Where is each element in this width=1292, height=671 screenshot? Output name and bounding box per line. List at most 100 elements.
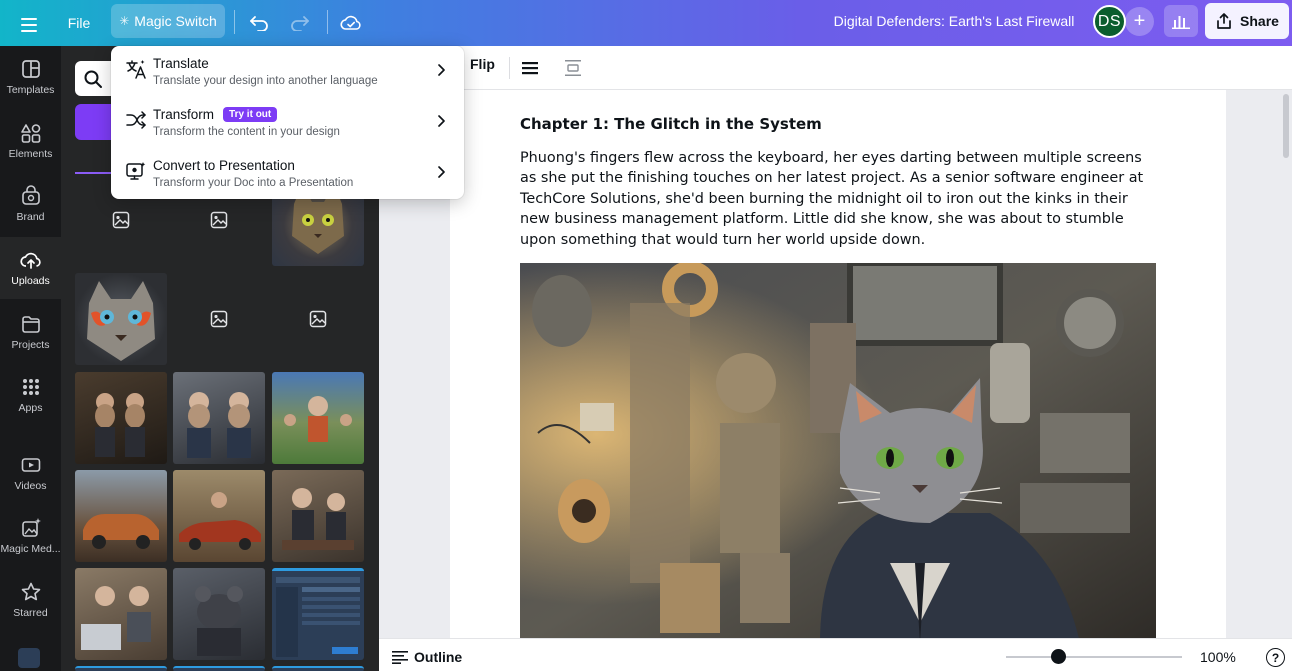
rail-item-elements[interactable]: Elements (0, 110, 61, 172)
chapter-heading[interactable]: Chapter 1: The Glitch in the System (520, 115, 822, 133)
apps-icon (22, 379, 39, 395)
left-rail: Templates Elements Brand Uploads Project… (0, 46, 61, 671)
rail-item-starred[interactable]: Starred (0, 569, 61, 631)
mice-image (95, 393, 145, 457)
zoom-level[interactable]: 100% (1200, 649, 1236, 665)
zoom-slider[interactable] (1006, 656, 1182, 658)
file-menu-button[interactable]: File (58, 6, 100, 40)
presentation-icon (126, 162, 146, 180)
document-title[interactable]: Digital Defenders: Earth's Last Firewall (826, 6, 1082, 36)
shuffle-icon (126, 111, 146, 129)
menu-item-subtitle: Translate your design into another langu… (153, 75, 378, 87)
elements-icon (20, 124, 40, 143)
magic-media-icon (21, 518, 41, 537)
dashboard-screenshot-image (276, 577, 360, 657)
rail-label: Uploads (11, 275, 50, 287)
upload-thumbnail-mice[interactable] (272, 372, 364, 464)
mice-image (187, 392, 251, 458)
videos-icon (21, 458, 40, 472)
cat-workshop-image[interactable] (520, 263, 1156, 638)
search-icon (84, 70, 102, 88)
rail-item-videos[interactable]: Videos (0, 442, 61, 504)
upload-thumbnail-screenshot[interactable] (272, 568, 364, 660)
vintage-car-image (83, 514, 159, 549)
rail-label: Brand (16, 211, 45, 223)
rail-item-magic-media[interactable]: Magic Med... (0, 505, 61, 567)
upload-thumbnail[interactable] (272, 273, 364, 365)
cloud-saved-icon[interactable] (336, 6, 366, 40)
rail-label: Magic Med... (0, 543, 61, 555)
vertical-scrollbar[interactable] (1283, 94, 1289, 158)
image-placeholder-icon (210, 310, 228, 328)
upload-thumbnail-mice[interactable] (272, 470, 364, 562)
mice-dancing-image (284, 396, 352, 442)
chevron-right-icon (438, 115, 445, 127)
magic-switch-button[interactable]: ✳ Magic Switch (111, 4, 225, 38)
starred-icon (21, 582, 40, 601)
upload-thumbnail[interactable] (272, 666, 364, 671)
upload-thumbnail-mice[interactable] (173, 372, 265, 464)
rat-portrait-image (195, 586, 243, 656)
rail-app-icon[interactable] (18, 648, 40, 668)
upload-thumbnail-car[interactable] (173, 470, 265, 562)
divider (234, 10, 235, 34)
upload-thumbnail-mice[interactable] (75, 372, 167, 464)
brand-icon (21, 185, 40, 205)
upload-thumbnail-mice[interactable] (75, 568, 167, 660)
menu-item-transform[interactable]: Transform Try it out Transform the conte… (111, 97, 464, 148)
divider (327, 10, 328, 34)
upload-thumbnail[interactable] (75, 666, 167, 671)
magic-switch-label: Magic Switch (134, 13, 217, 29)
menu-item-subtitle: Transform the content in your design (153, 126, 340, 138)
magic-switch-dropdown: Translate Translate your design into ano… (111, 46, 464, 199)
menu-item-convert-to-presentation[interactable]: Convert to Presentation Transform your D… (111, 148, 464, 199)
rail-item-templates[interactable]: Templates (0, 46, 61, 108)
bottom-bar (379, 638, 1292, 671)
rail-label: Projects (11, 339, 50, 351)
undo-icon[interactable] (244, 6, 274, 40)
upload-thumbnail[interactable] (173, 273, 265, 365)
flip-button[interactable]: Flip (470, 56, 495, 72)
tiger-portrait-image (87, 281, 155, 361)
upload-thumbnail-car[interactable] (75, 470, 167, 562)
redo-icon[interactable] (285, 6, 315, 40)
editor-toolbar (379, 46, 1292, 90)
try-it-out-badge: Try it out (223, 107, 278, 122)
rail-item-uploads[interactable]: Uploads (0, 237, 61, 299)
templates-icon (21, 60, 40, 78)
text-align-icon[interactable] (520, 58, 540, 83)
help-icon[interactable]: ? (1266, 648, 1285, 667)
menu-item-subtitle: Transform your Doc into a Presentation (153, 177, 354, 189)
top-bar: File ✳ Magic Switch Digital Defenders: E… (0, 0, 1292, 46)
menu-item-title: Convert to Presentation (153, 158, 295, 173)
analytics-icon[interactable] (1164, 5, 1198, 37)
menu-item-translate[interactable]: Translate Translate your design into ano… (111, 46, 464, 97)
outline-icon[interactable] (392, 650, 408, 669)
projects-icon (21, 316, 40, 333)
chevron-right-icon (438, 64, 445, 76)
rail-label: Apps (18, 402, 43, 414)
avatar[interactable]: DS (1093, 5, 1126, 38)
image-placeholder-icon (210, 211, 228, 229)
rail-label: Templates (6, 84, 55, 96)
chevron-right-icon (438, 166, 445, 178)
rail-item-brand[interactable]: Brand (0, 173, 61, 235)
menu-item-title: Translate (153, 56, 209, 71)
sparkle-icon: ✳ (119, 14, 130, 28)
image-placeholder-icon (112, 211, 130, 229)
rail-label: Elements (8, 148, 53, 160)
share-button[interactable]: Share (1205, 3, 1289, 39)
spacing-icon[interactable] (563, 58, 583, 83)
upload-thumbnail-rat[interactable] (173, 568, 265, 660)
body-paragraph[interactable]: Phuong's fingers flew across the keyboar… (520, 148, 1160, 250)
upload-thumbnail[interactable] (173, 666, 265, 671)
share-icon (1217, 13, 1231, 29)
upload-thumbnail-tiger[interactable] (75, 273, 167, 365)
add-people-icon[interactable]: + (1125, 7, 1154, 36)
rail-item-projects[interactable]: Projects (0, 301, 61, 363)
outline-button[interactable]: Outline (414, 649, 462, 665)
rail-item-apps[interactable]: Apps (0, 364, 61, 426)
rail-label: Starred (13, 607, 48, 619)
document-page[interactable]: Chapter 1: The Glitch in the System Phuo… (450, 90, 1226, 638)
menu-icon[interactable] (13, 8, 45, 42)
